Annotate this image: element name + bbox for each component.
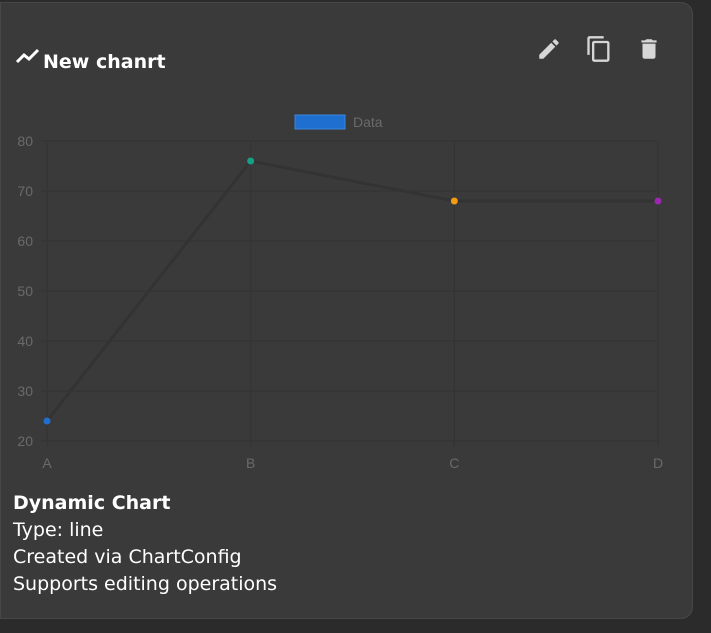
copy-icon bbox=[585, 33, 613, 69]
data-point bbox=[450, 197, 458, 205]
y-tick-label: 80 bbox=[17, 133, 33, 149]
y-tick-label: 40 bbox=[17, 333, 33, 349]
info-type: Type: line bbox=[13, 519, 104, 541]
y-tick-label: 30 bbox=[17, 383, 33, 399]
edit-button[interactable] bbox=[534, 35, 564, 67]
info-heading: Dynamic Chart bbox=[13, 492, 171, 514]
card-header: New chanrt bbox=[15, 41, 166, 73]
y-tick-label: 50 bbox=[17, 283, 33, 299]
trash-icon bbox=[636, 35, 662, 67]
card-title: New chanrt bbox=[43, 51, 166, 73]
chart-info: Dynamic Chart Type: line Created via Cha… bbox=[13, 490, 277, 598]
chart-svg: 20 30 40 50 60 70 80 A B C D Data bbox=[17, 114, 663, 471]
data-point bbox=[654, 197, 662, 205]
data-point bbox=[43, 417, 51, 425]
legend-swatch bbox=[294, 114, 346, 130]
y-tick-label: 60 bbox=[17, 233, 33, 249]
info-supports: Supports editing operations bbox=[13, 573, 278, 595]
line-chart: 20 30 40 50 60 70 80 A B C D Data bbox=[1, 103, 694, 483]
pencil-icon bbox=[536, 36, 562, 66]
legend-label: Data bbox=[353, 114, 383, 130]
chart-card: New chanrt 20 30 40 50 60 70 80 A B C D … bbox=[0, 2, 693, 619]
y-tick-label: 20 bbox=[17, 433, 33, 449]
data-point bbox=[247, 157, 255, 165]
x-tick-label: D bbox=[653, 455, 663, 471]
x-tick-label: A bbox=[42, 455, 52, 471]
y-tick-label: 70 bbox=[17, 183, 33, 199]
info-created: Created via ChartConfig bbox=[13, 546, 242, 568]
delete-button[interactable] bbox=[634, 35, 664, 67]
x-tick-label: B bbox=[246, 455, 255, 471]
x-tick-label: C bbox=[449, 455, 459, 471]
trend-line-icon bbox=[15, 46, 41, 68]
card-actions bbox=[534, 35, 664, 67]
copy-button[interactable] bbox=[584, 35, 614, 67]
